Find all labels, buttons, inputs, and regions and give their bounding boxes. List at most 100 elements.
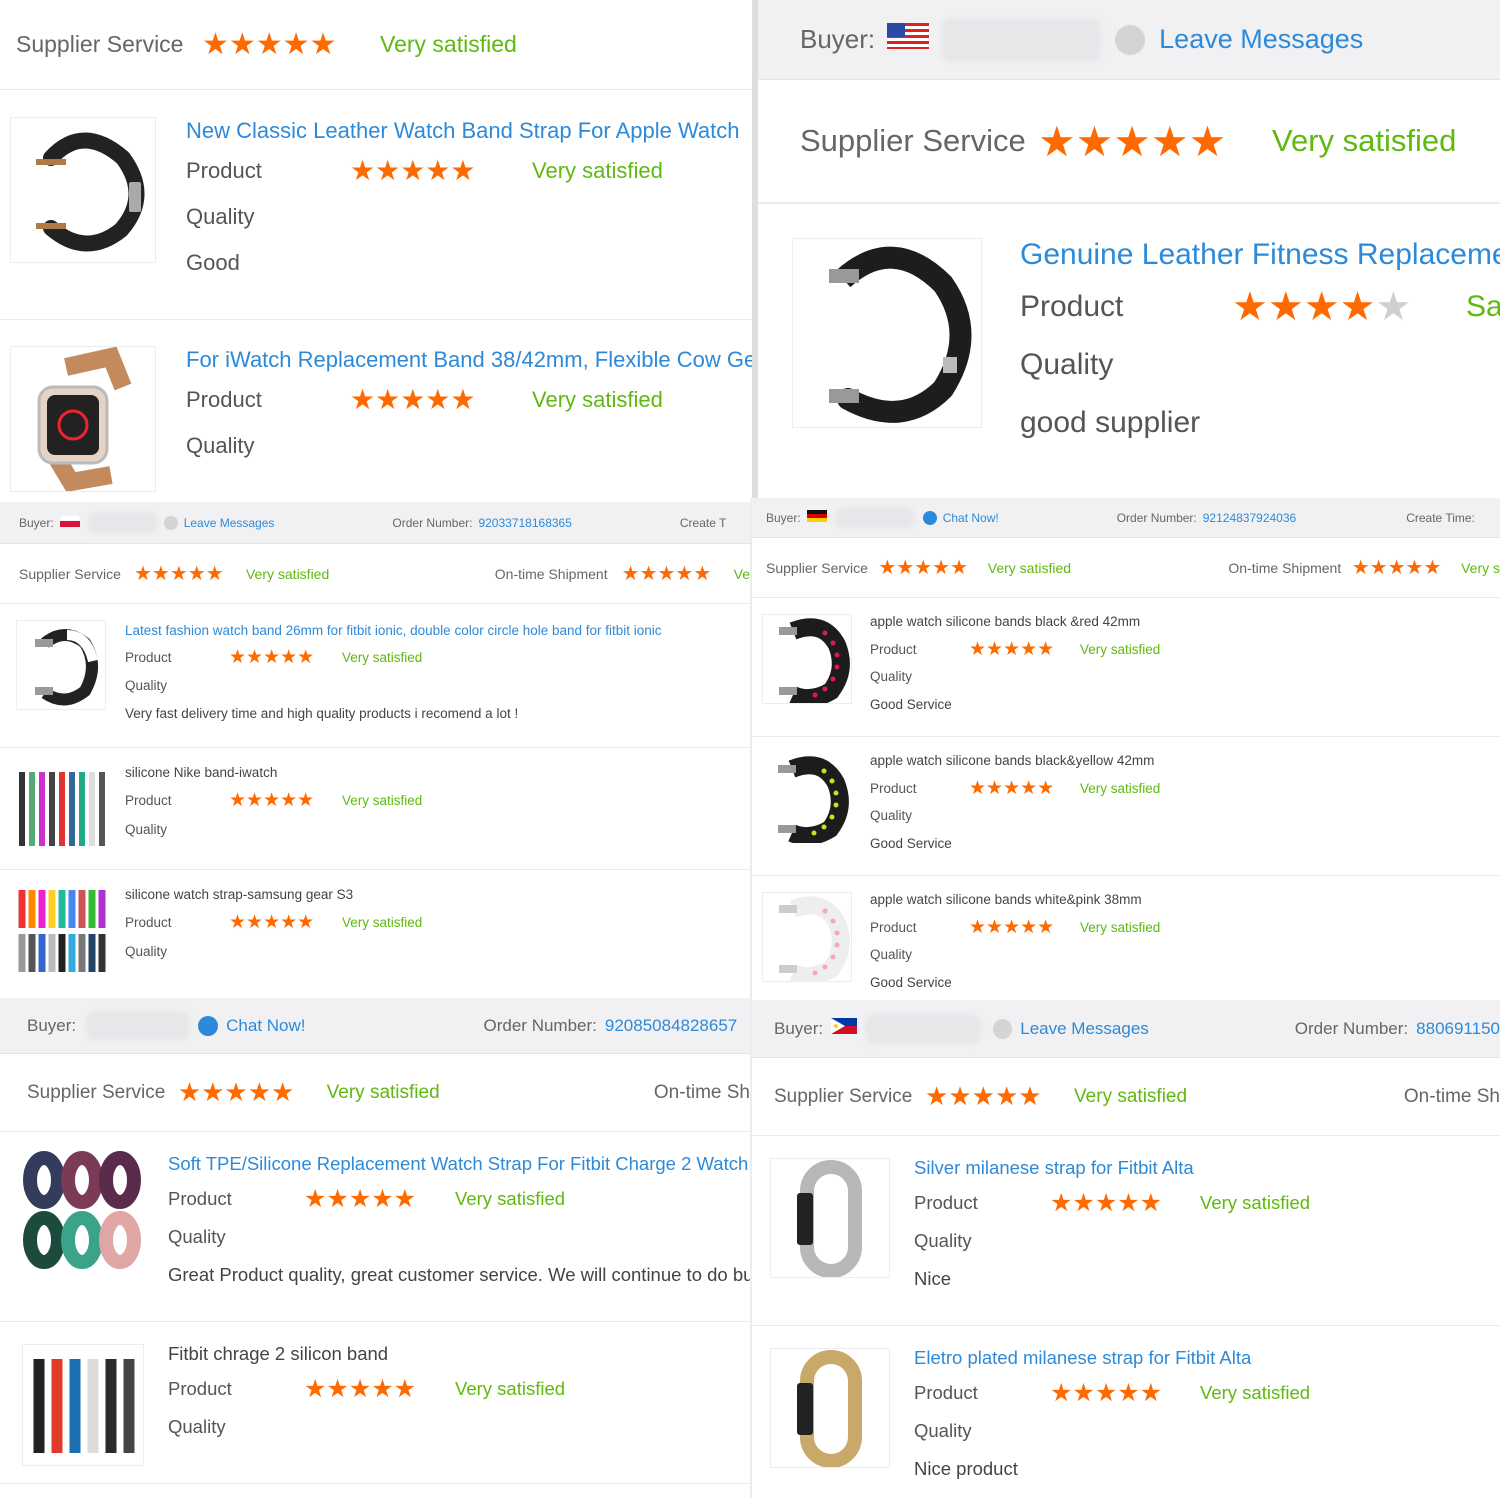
review-item: silicone watch strap-samsung gear S3 Pro…: [0, 870, 750, 998]
buyer-label: Buyer:: [774, 1018, 824, 1038]
product-thumbnail[interactable]: [10, 346, 156, 492]
product-label: Product: [1020, 290, 1124, 323]
review-item: apple watch silicone bands black &red 42…: [750, 598, 1500, 737]
message-icon[interactable]: [993, 1018, 1013, 1039]
black-red-band-image: [779, 618, 850, 703]
order-number-link[interactable]: 880691150: [1416, 1019, 1500, 1039]
product-label: Product: [125, 650, 172, 665]
product-rating-text: Very satisfied: [1200, 1192, 1311, 1213]
star-rating: ★★★★★: [229, 790, 315, 811]
create-time-label: Create T: [679, 515, 727, 530]
buyer-label: Buyer:: [800, 24, 876, 54]
product-title-link[interactable]: New Classic Leather Watch Band Strap For…: [186, 116, 740, 146]
order-number-link[interactable]: 92033718168365: [478, 516, 571, 530]
message-icon[interactable]: [1115, 24, 1146, 55]
black-yellow-band-image: [778, 756, 849, 843]
product-title[interactable]: apple watch silicone bands white&pink 38…: [870, 886, 1160, 914]
product-title-link[interactable]: For iWatch Replacement Band 38/42mm, Fle…: [186, 345, 752, 375]
chat-now-link[interactable]: Chat Now!: [943, 511, 999, 525]
review-comment: Great Product quality, great customer se…: [168, 1264, 750, 1285]
product-title[interactable]: apple watch silicone bands black&yellow …: [870, 747, 1160, 775]
review-comment: good supplier: [1020, 406, 1201, 439]
review-info: Silver milanese strap for Fitbit Alta Pr…: [914, 1152, 1310, 1298]
leave-messages-link[interactable]: Leave Messages: [1159, 24, 1363, 55]
product-rating-text: Very satisfied: [455, 1378, 566, 1399]
product-thumbnail[interactable]: [20, 1150, 144, 1274]
product-title-link[interactable]: Eletro plated milanese strap for Fitbit …: [914, 1342, 1310, 1374]
star-rating: ★★★★★: [1232, 285, 1412, 329]
leave-messages-link[interactable]: Leave Messages: [1020, 1019, 1149, 1039]
product-thumbnail[interactable]: [762, 892, 852, 982]
supplier-service-row: Supplier Service ★★★★★ Very satisfied On…: [0, 1054, 750, 1132]
create-time-label: Create Time:: [1406, 510, 1475, 525]
product-thumbnail[interactable]: [770, 1158, 890, 1278]
chat-icon[interactable]: [198, 1015, 219, 1036]
star-rating: ★★★★★: [969, 916, 1055, 938]
buyer-name-redacted: [865, 1013, 982, 1044]
product-title[interactable]: silicone watch strap-samsung gear S3: [125, 882, 422, 908]
product-label: Product: [186, 387, 262, 412]
star-rating: ★★★★★: [969, 777, 1055, 799]
product-title-link[interactable]: Silver milanese strap for Fitbit Alta: [914, 1152, 1310, 1184]
gear-s3-strap-image: [18, 890, 106, 972]
product-rating-text: Very satisfied: [342, 793, 423, 808]
message-icon[interactable]: [163, 515, 178, 530]
review-item: Silver milanese strap for Fitbit Alta Pr…: [750, 1136, 1500, 1326]
review-comment: Nice product: [914, 1458, 1018, 1479]
buyer-label: Buyer:: [27, 1015, 77, 1035]
quality-label: Quality: [125, 678, 168, 693]
star-rating: ★★★★★: [133, 563, 224, 585]
product-thumbnail[interactable]: [792, 238, 982, 428]
quality-label: Quality: [168, 1416, 226, 1437]
product-rating-row: Product ★★★★★ Very satisfied: [870, 636, 1160, 664]
product-title-link[interactable]: Soft TPE/Silicone Replacement Watch Stra…: [168, 1148, 750, 1180]
gold-milanese-strap-image: [797, 1350, 862, 1467]
supplier-service-row: Supplier Service ★★★★★ Very satisfied On…: [750, 1058, 1500, 1136]
buyer-bar: Buyer: Chat Now! Order Number: 921248379…: [750, 498, 1500, 538]
review-item: Latest fashion watch band 26mm for fitbi…: [0, 604, 750, 748]
order-number-link[interactable]: 92085084828657: [605, 1016, 737, 1036]
product-thumbnail[interactable]: [762, 614, 852, 704]
ionic-band-image: [35, 629, 98, 706]
product-thumbnail[interactable]: [16, 620, 106, 710]
product-rating-row: Product ★★★★★ Very satisfied: [870, 914, 1160, 942]
product-thumbnail[interactable]: [770, 1348, 890, 1468]
product-title[interactable]: Fitbit chrage 2 silicon band: [168, 1338, 565, 1370]
order-number-link[interactable]: 92124837924036: [1203, 511, 1296, 525]
product-title-link[interactable]: Genuine Leather Fitness Replacement: [1020, 234, 1500, 276]
star-rating: ★★★★★: [1351, 557, 1442, 579]
charge2-silicon-bands-image: [33, 1359, 135, 1453]
chat-icon[interactable]: [922, 510, 937, 525]
order-number-label: Order Number:: [1294, 1018, 1409, 1038]
review-info: silicone watch strap-samsung gear S3 Pro…: [125, 882, 422, 966]
product-rating-text: Very satisfied: [532, 387, 663, 412]
product-thumbnail[interactable]: [16, 886, 106, 976]
product-thumbnail[interactable]: [10, 117, 156, 263]
product-title[interactable]: silicone Nike band-iwatch: [125, 760, 422, 786]
product-rating-row: Product ★★★★★ Very satisfied: [125, 908, 422, 937]
review-item: Fitbit chrage 2 silicon band Product ★★★…: [0, 1322, 750, 1484]
star-rating: ★★★★★: [229, 647, 315, 668]
product-thumbnail[interactable]: [762, 753, 852, 843]
product-title[interactable]: apple watch silicone bands black &red 42…: [870, 608, 1160, 636]
chat-now-link[interactable]: Chat Now!: [226, 1016, 305, 1036]
product-rating-row: Product ★★★★★ Very satisfied: [168, 1370, 565, 1408]
product-rating-text: Very satisfied: [455, 1188, 566, 1209]
product-label: Product: [125, 793, 172, 808]
review-info: Genuine Leather Fitness Replacement Prod…: [1020, 234, 1500, 452]
product-label: Product: [914, 1382, 978, 1403]
product-thumbnail[interactable]: [16, 764, 106, 854]
quality-label: Quality: [1020, 348, 1114, 381]
product-rating-row: Product ★★★★★ Very satisfied: [870, 775, 1160, 803]
product-thumbnail[interactable]: [22, 1344, 144, 1466]
product-label: Product: [168, 1378, 232, 1399]
product-rating-row: Product ★★★★★ Very satisfied: [125, 786, 422, 815]
quality-label: Quality: [186, 204, 255, 229]
product-label: Product: [870, 780, 917, 796]
supplier-service-row: Supplier Service ★★★★★ Very satisfied On…: [0, 544, 750, 604]
product-label: Product: [168, 1188, 232, 1209]
panel-divider: [750, 500, 752, 1498]
leave-messages-link[interactable]: Leave Messages: [184, 516, 275, 530]
product-title-link[interactable]: Latest fashion watch band 26mm for fitbi…: [125, 618, 662, 644]
product-label: Product: [125, 915, 172, 930]
